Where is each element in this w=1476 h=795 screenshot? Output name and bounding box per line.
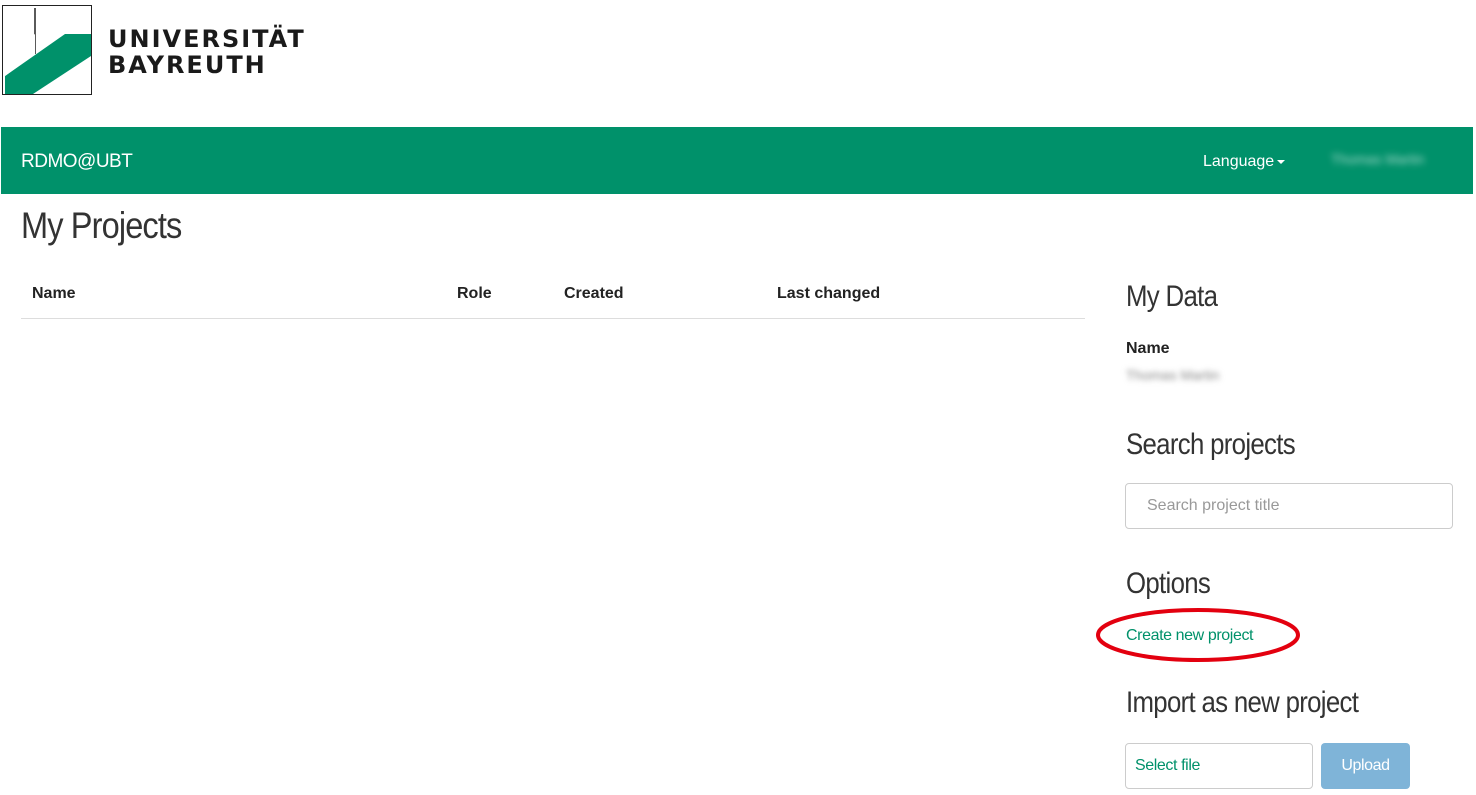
logo-mark-icon: [2, 5, 92, 95]
table-header-row: Name Role Created Last changed: [21, 277, 1085, 319]
search-projects-heading: Search projects: [1126, 428, 1296, 461]
column-header-name[interactable]: Name: [32, 285, 76, 303]
logo-line-1: UNIVERSITÄT: [108, 25, 306, 53]
options-heading: Options: [1126, 567, 1211, 600]
column-header-last-changed[interactable]: Last changed: [777, 285, 880, 303]
projects-table: Name Role Created Last changed: [21, 277, 1085, 319]
logo-wordmark: UNIVERSITÄT BAYREUTH: [108, 26, 306, 78]
university-logo: UNIVERSITÄT BAYREUTH: [1, 3, 304, 98]
brand-link[interactable]: RDMO@UBT: [21, 151, 133, 173]
name-value: Thomas Martin: [1126, 367, 1220, 383]
select-file-field[interactable]: Select file: [1125, 743, 1313, 789]
upload-button[interactable]: Upload: [1321, 743, 1410, 789]
name-label: Name: [1126, 340, 1170, 357]
column-header-role[interactable]: Role: [457, 285, 492, 303]
import-heading: Import as new project: [1126, 686, 1359, 719]
my-data-heading: My Data: [1126, 280, 1218, 313]
top-navbar: RDMO@UBT Language Thomas Martin: [1, 127, 1473, 194]
logo-line-2: BAYREUTH: [108, 51, 267, 79]
user-menu[interactable]: Thomas Martin: [1331, 151, 1453, 171]
search-input[interactable]: [1125, 483, 1453, 529]
language-dropdown[interactable]: Language: [1203, 153, 1286, 171]
create-new-project-link[interactable]: Create new project: [1126, 627, 1253, 645]
language-label: Language: [1203, 153, 1275, 170]
column-header-created[interactable]: Created: [564, 285, 624, 303]
caret-down-icon: [1277, 159, 1286, 164]
page-title: My Projects: [21, 205, 182, 246]
